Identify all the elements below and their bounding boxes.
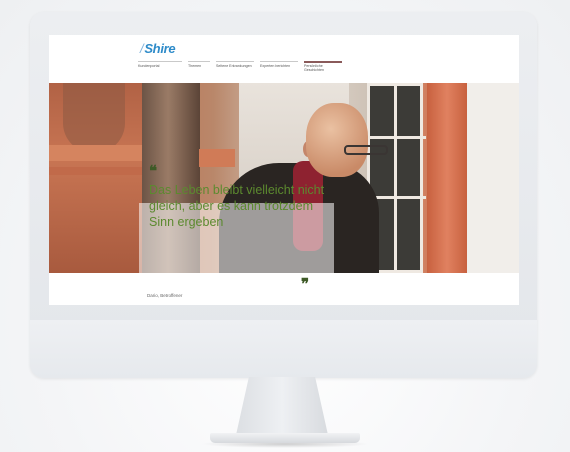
nav-item-experten-berichten[interactable]: Experten berichten bbox=[260, 61, 298, 72]
nav-item-seltene-erkrankungen[interactable]: Seltene Erkrankungen bbox=[216, 61, 254, 72]
head bbox=[306, 103, 368, 177]
glasses bbox=[344, 145, 388, 155]
logo-text: Shire bbox=[144, 41, 176, 56]
light-wall bbox=[467, 83, 519, 273]
main-nav: Kundenportal Themen Seltene Erkrankungen… bbox=[138, 61, 342, 72]
nav-item-persoenliche-geschichten[interactable]: Persönliche Geschichten bbox=[304, 61, 342, 72]
logo-mark: / bbox=[140, 41, 144, 56]
nav-item-kundenportal[interactable]: Kundenportal bbox=[138, 61, 182, 72]
monitor-stand bbox=[236, 377, 328, 435]
monitor-base bbox=[210, 433, 360, 443]
quote-caption: Dario, Betroffener bbox=[147, 293, 183, 298]
site-header: /Shire Kundenportal Themen Seltene Erkra… bbox=[49, 35, 519, 83]
nav-item-themen[interactable]: Themen bbox=[188, 61, 210, 72]
shire-logo[interactable]: /Shire bbox=[140, 41, 176, 56]
hero-photo bbox=[49, 83, 519, 273]
monitor-screen: /Shire Kundenportal Themen Seltene Erkra… bbox=[49, 35, 519, 305]
quote-close-icon: ❞ bbox=[301, 275, 310, 293]
quote-open-icon: ❝ bbox=[149, 162, 158, 180]
quote-text: Das Leben bleibt vielleicht nicht gleich… bbox=[149, 183, 325, 229]
stone-ledge-lower bbox=[49, 167, 149, 175]
arch-shadow bbox=[63, 83, 125, 153]
window-frame bbox=[427, 83, 467, 273]
monitor-chin bbox=[30, 320, 537, 378]
